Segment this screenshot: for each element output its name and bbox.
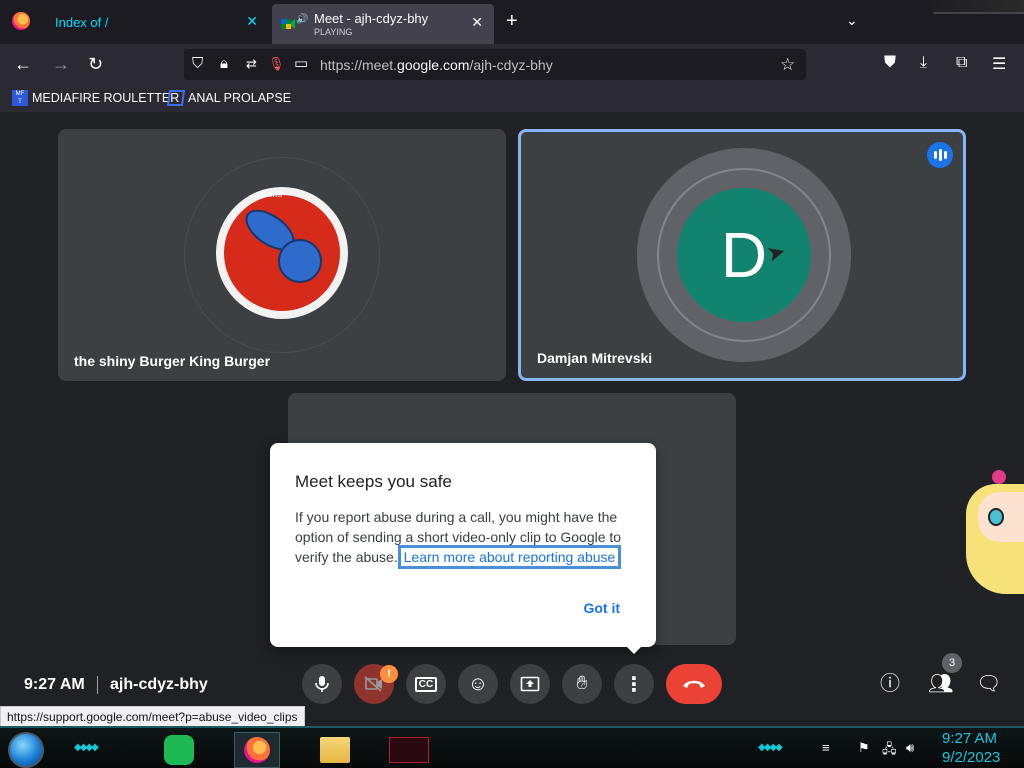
chat-icon[interactable]: 🗨︎ — [976, 672, 1001, 696]
safety-dialog: Meet keeps you safe If you report abuse … — [270, 443, 656, 647]
avatar-initial: D — [720, 219, 768, 291]
dialog-body: If you report abuse during a call, you m… — [295, 507, 635, 569]
taskbar-app-video[interactable] — [386, 732, 432, 768]
start-orb-icon[interactable] — [8, 732, 44, 768]
firefox-icon — [244, 737, 270, 763]
tab-index-of[interactable]: Index of / ✕ — [44, 0, 270, 44]
meeting-time: 9:27 AM — [24, 676, 85, 693]
tab-title: Index of / — [55, 14, 109, 30]
hamburger-menu-icon[interactable]: ☰ — [992, 54, 1006, 74]
raise-hand-button[interactable]: ✋︎ — [562, 664, 602, 704]
character-sticker — [962, 470, 1024, 600]
browser-tab-bar: Index of / ✕ 🔊 Meet - ajh-cdyz-bhy PLAYI… — [0, 0, 1024, 44]
url-text[interactable]: https://meet.google.com/ajh-cdyz-bhy — [320, 57, 553, 73]
chevron-down-icon[interactable]: ⌄ — [846, 12, 858, 29]
bookmark-label: MEDIAFIRE ROULETTER — [32, 91, 180, 105]
microphone-icon — [315, 676, 329, 692]
tab-playing-label: PLAYING — [314, 27, 353, 37]
meeting-info-icon[interactable]: ⓘ — [880, 672, 900, 696]
microphone-button[interactable] — [302, 664, 342, 704]
reload-icon[interactable]: ↻ — [88, 54, 103, 74]
shield-icon[interactable]: ⛉ — [192, 56, 203, 72]
end-call-button[interactable] — [666, 664, 722, 704]
avatar: D — [677, 188, 811, 322]
taskbar-app-explorer[interactable] — [312, 732, 358, 768]
bookmark-second[interactable]: ANAL PROLAPSE — [166, 90, 292, 106]
more-options-button[interactable]: ⋮ — [614, 664, 654, 704]
page-info-icon[interactable]: ▭ — [294, 56, 308, 72]
people-icon[interactable]: 👥︎ — [928, 672, 953, 696]
new-tab-plus-icon[interactable]: + — [506, 10, 518, 33]
taskbar: ◆◆◆◆ ◆◆◆◆ ≡ ⚑ 🖧︎ 🔊︎ 9:27 AM 9/2/2023 — [0, 726, 1024, 768]
speaker-playing-icon[interactable]: 🔊 — [296, 14, 308, 25]
window-decoration — [925, 0, 1024, 14]
download-icon[interactable]: ⤓ — [920, 54, 927, 72]
show-desktop-icon[interactable]: ≡ — [822, 740, 830, 755]
reactions-button[interactable]: ☺ — [458, 664, 498, 704]
present-screen-icon — [520, 676, 540, 692]
more-vert-icon: ⋮ — [624, 673, 644, 696]
mediafire-icon: MF T — [12, 90, 28, 106]
video-app-icon — [389, 737, 429, 763]
lock-icon[interactable]: 🔒︎ — [220, 56, 228, 72]
avatar-text: scriptions — [244, 189, 283, 199]
extensions-icon[interactable]: ⧉ — [956, 54, 967, 72]
hand-icon: ✋︎ — [576, 673, 588, 694]
bookmark-star-icon[interactable]: ☆ — [780, 55, 795, 75]
tab-close-icon[interactable]: ✕ — [246, 13, 258, 30]
firefox-menu-icon[interactable] — [12, 12, 30, 30]
permissions-icon[interactable]: ⇄ — [246, 56, 257, 72]
captions-icon: CC — [414, 676, 438, 692]
volume-icon[interactable]: 🔊︎ — [906, 740, 914, 756]
phone-hangup-icon — [683, 680, 705, 688]
meeting-code: ajh-cdyz-bhy — [110, 676, 208, 693]
microphone-permission-icon[interactable]: 🎙︎ — [268, 56, 285, 72]
camera-warning-badge: ! — [380, 665, 398, 683]
clock-time[interactable]: 9:27 AM — [942, 730, 997, 747]
folder-icon — [320, 737, 350, 763]
participant-name: the shiny Burger King Burger — [74, 353, 271, 369]
meet-favicon-icon — [281, 19, 295, 29]
captions-button[interactable]: CC — [406, 664, 446, 704]
participant-name: Damjan Mitrevski — [537, 350, 653, 366]
back-arrow-icon[interactable]: ← — [14, 54, 32, 74]
tab-close-icon[interactable]: ✕ — [471, 14, 483, 31]
taskbar-app-firefox[interactable] — [234, 732, 280, 768]
flag-icon[interactable]: ⚑ — [858, 740, 870, 756]
network-icon[interactable]: 🖧︎ — [882, 740, 897, 762]
dialog-title: Meet keeps you safe — [295, 472, 452, 491]
dialog-pointer — [624, 644, 644, 654]
taskbar-app-spotify[interactable] — [156, 732, 202, 768]
people-count-badge: 3 — [942, 653, 962, 673]
emoji-icon: ☺ — [467, 672, 489, 695]
divider — [97, 676, 98, 694]
avatar: scriptions — [216, 187, 348, 319]
url-bar[interactable]: ⛉ 🔒︎ ⇄ 🎙︎ ▭ https://meet.google.com/ajh-… — [184, 49, 806, 80]
bookmark-label: ANAL PROLAPSE — [188, 91, 292, 105]
bookmark-mediafire[interactable]: MF T MEDIAFIRE ROULETTER — [12, 90, 179, 106]
bookmark-sigma-icon — [166, 90, 186, 106]
learn-more-link[interactable]: Learn more about reporting abuse — [397, 545, 622, 569]
participant-tile[interactable]: scriptions the shiny Burger King Burger — [58, 129, 506, 381]
pocket-icon[interactable]: ⛊ — [884, 54, 896, 72]
speaking-indicator-icon — [927, 142, 953, 168]
spotify-icon — [164, 735, 194, 765]
browser-nav-bar: ← → ↻ ⛉ 🔒︎ ⇄ 🎙︎ ▭ https://meet.google.co… — [0, 44, 1024, 84]
status-link-preview: https://support.google.com/meet?p=abuse_… — [0, 706, 305, 728]
forward-arrow-icon[interactable]: → — [52, 54, 70, 74]
tab-meet[interactable]: 🔊 Meet - ajh-cdyz-bhy PLAYING ✕ — [272, 4, 494, 44]
tab-title: Meet - ajh-cdyz-bhy — [314, 11, 429, 26]
participant-tile-active[interactable]: D ➤ Damjan Mitrevski — [518, 129, 966, 381]
decoration: ◆◆◆◆ — [758, 742, 783, 753]
got-it-button[interactable]: Got it — [583, 600, 620, 616]
clock-date[interactable]: 9/2/2023 — [942, 749, 1000, 766]
present-button[interactable] — [510, 664, 550, 704]
decoration: ◆◆◆◆ — [74, 742, 99, 753]
bookmarks-bar: MF T MEDIAFIRE ROULETTER ANAL PROLAPSE — [0, 84, 1024, 112]
